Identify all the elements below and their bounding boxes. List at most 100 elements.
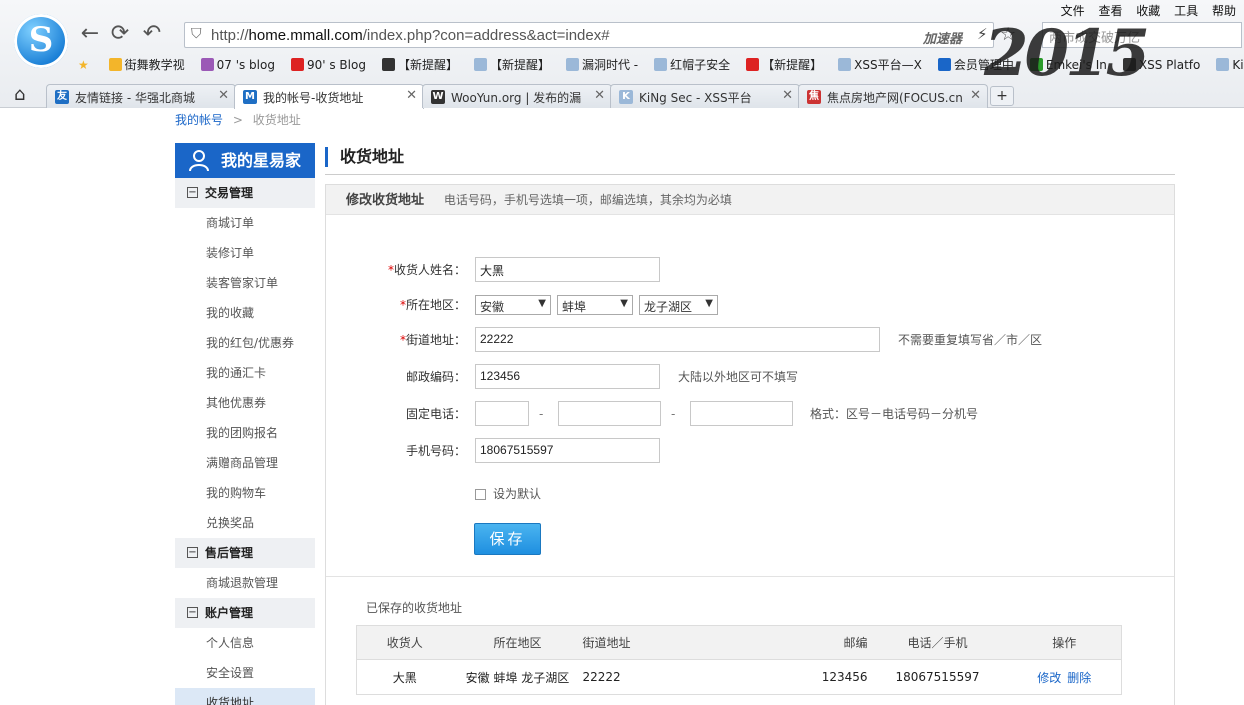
menu-help[interactable]: 帮助 xyxy=(1212,4,1236,18)
mobile-field[interactable]: 18067515597 xyxy=(475,438,660,463)
sidebar-item[interactable]: 其他优惠券 xyxy=(175,388,315,418)
sidebar-item[interactable]: 商城订单 xyxy=(175,208,315,238)
street-field[interactable]: 22222 xyxy=(475,327,880,352)
home-icon[interactable]: ⌂ xyxy=(14,84,25,105)
save-button[interactable]: 保存 xyxy=(474,523,541,555)
browser-logo-icon[interactable]: S xyxy=(14,14,68,68)
sidebar-item[interactable]: 我的红包/优惠券 xyxy=(175,328,315,358)
address-bar[interactable]: ⛉ http://home.mmall.com/index.php?con=ad… xyxy=(184,22,994,48)
close-icon[interactable]: ✕ xyxy=(218,88,229,103)
menu-tools[interactable]: 工具 xyxy=(1174,4,1198,18)
bookmark-item[interactable]: 街舞教学视 xyxy=(108,56,185,73)
collapse-minus-icon[interactable]: − xyxy=(187,547,198,558)
zip-field[interactable]: 123456 xyxy=(475,364,660,389)
sidebar-item[interactable]: 安全设置 xyxy=(175,658,315,688)
back-arrow-icon[interactable]: ← xyxy=(78,22,102,46)
close-icon[interactable]: ✕ xyxy=(782,88,793,103)
column-header: 电话／手机 xyxy=(867,625,1008,660)
form-row-name: *收货人姓名： 大黑 xyxy=(326,257,1176,283)
chevron-down-icon: ▼ xyxy=(538,298,546,309)
cell-region: 安徽 蚌埠 龙子湖区 xyxy=(465,670,570,685)
street-label: *街道地址： xyxy=(399,333,466,347)
user-icon xyxy=(189,150,209,172)
form-row-region: *所在地区： 安徽 ▼ 蚌埠 ▼ 龙子湖区 ▼ xyxy=(326,292,1176,318)
default-checkbox[interactable] xyxy=(475,489,486,500)
zip-hint: 大陆以外地区可不填写 xyxy=(678,370,799,384)
default-label: 设为默认 xyxy=(493,487,542,501)
phone-area-field[interactable] xyxy=(475,401,529,426)
bookmark-label: 漏洞时代 - xyxy=(581,58,639,72)
collapse-minus-icon[interactable]: − xyxy=(187,607,198,618)
tab-wooyun[interactable]: W WooYun.org | 发布的漏 ✕ xyxy=(422,84,612,108)
bookmark-item[interactable]: KiNg S xyxy=(1216,58,1244,72)
sidebar-item[interactable]: 个人信息 xyxy=(175,628,315,658)
tab-label: 我的帐号-收货地址 xyxy=(263,91,364,105)
breadcrumb-my-account[interactable]: 我的帐号 xyxy=(175,113,223,127)
sidebar-item[interactable]: 收货地址 xyxy=(175,688,315,705)
chevron-down-icon: ▼ xyxy=(705,298,713,309)
bookmark-item[interactable]: 漏洞时代 - xyxy=(565,56,639,73)
sidebar-item[interactable]: 我的团购报名 xyxy=(175,418,315,448)
bookmark-item[interactable]: 红帽子安全 xyxy=(654,56,730,73)
tab-my-account[interactable]: M 我的帐号-收货地址 ✕ xyxy=(234,84,424,109)
district-select[interactable]: 龙子湖区 ▼ xyxy=(639,295,718,315)
city-select[interactable]: 蚌埠 ▼ xyxy=(557,295,633,315)
close-icon[interactable]: ✕ xyxy=(970,88,981,103)
column-header: 所在地区 xyxy=(452,625,583,660)
phone-dash: - xyxy=(539,407,544,421)
sidebar-item[interactable]: 我的通汇卡 xyxy=(175,358,315,388)
tab-strip: ⌂ 友友情链接 - 华强北商城 ✕ M 我的帐号-收货地址 ✕ W WooYun.org… xyxy=(0,84,1244,109)
column-header: 邮编 xyxy=(787,625,868,660)
shield-icon: ⛉ xyxy=(191,26,202,42)
tab-label: 友情链接 - 华强北商城 xyxy=(75,91,195,105)
sidebar-item[interactable]: 装客管家订单 xyxy=(175,268,315,298)
sidebar-item[interactable]: 装修订单 xyxy=(175,238,315,268)
tab-favicon-icon: K xyxy=(619,90,633,104)
collapse-minus-icon[interactable]: − xyxy=(187,187,198,198)
sidebar-group-1[interactable]: − 售后管理 xyxy=(175,538,315,568)
sidebar-item[interactable]: 我的购物车 xyxy=(175,478,315,508)
bookmark-item[interactable]: XSS平台—X xyxy=(838,56,922,73)
bookmark-item[interactable]: 07 's blog xyxy=(200,58,275,72)
sidebar-item[interactable]: 兑换奖品 xyxy=(175,508,315,538)
close-icon[interactable]: ✕ xyxy=(406,88,417,103)
tab-label: KiNg Sec - XSS平台 xyxy=(639,91,752,105)
accelerator-label[interactable]: 加速器 xyxy=(923,28,962,47)
column-header: 操作 xyxy=(1007,625,1122,660)
edit-link[interactable]: 修改 xyxy=(1037,671,1061,685)
tab-focus[interactable]: 焦焦点房地产网(FOCUS.cn ✕ xyxy=(798,84,988,108)
delete-link[interactable]: 删除 xyxy=(1067,671,1091,685)
tab-label: WooYun.org | 发布的漏 xyxy=(451,91,582,105)
phone-extension-field[interactable] xyxy=(690,401,793,426)
tab-friend-links[interactable]: 友友情链接 - 华强北商城 ✕ xyxy=(46,84,236,108)
sidebar-group-label: 售后管理 xyxy=(205,546,254,560)
bookmark-item[interactable]: 【新提醒】 xyxy=(473,56,550,73)
refresh-icon[interactable]: ⟳ xyxy=(108,22,132,46)
name-field[interactable]: 大黑 xyxy=(475,257,660,282)
bookmark-label: 【新提醒】 xyxy=(397,58,458,72)
bookmark-favicon-icon xyxy=(565,58,579,71)
panel-header: 修改收货地址 电话号码，手机号选填一项，邮编选填，其余均为必填 xyxy=(326,185,1174,215)
page-title: 收货地址 xyxy=(325,147,404,167)
sidebar-group-2[interactable]: − 账户管理 xyxy=(175,598,315,628)
column-header: 收货人 xyxy=(356,625,453,660)
cell-phone: 18067515597 xyxy=(895,670,980,684)
sidebar-item[interactable]: 满赠商品管理 xyxy=(175,448,315,478)
tab-king-sec[interactable]: K KiNg Sec - XSS平台 ✕ xyxy=(610,84,800,108)
province-select[interactable]: 安徽 ▼ xyxy=(475,295,551,315)
sidebar-item[interactable]: 商城退款管理 xyxy=(175,568,315,598)
mobile-label: 手机号码： xyxy=(405,444,466,458)
phone-number-field[interactable] xyxy=(558,401,661,426)
sidebar-group-0[interactable]: − 交易管理 xyxy=(175,178,315,208)
bookmark-item[interactable]: 90' s Blog xyxy=(290,58,366,72)
undo-icon[interactable]: ↶ xyxy=(140,22,164,46)
bookmark-item[interactable]: 【新提醒】 xyxy=(746,56,822,73)
breadcrumb: 我的帐号 > 收货地址 xyxy=(175,111,301,128)
zip-label: 邮政编码： xyxy=(405,370,466,384)
region-label: *所在地区： xyxy=(399,298,466,312)
bookmark-item[interactable]: 【新提醒】 xyxy=(381,56,458,73)
close-icon[interactable]: ✕ xyxy=(594,88,605,103)
bookmarks-star-icon[interactable]: ★ xyxy=(78,58,89,72)
new-tab-button[interactable]: + xyxy=(990,86,1014,106)
sidebar-item[interactable]: 我的收藏 xyxy=(175,298,315,328)
